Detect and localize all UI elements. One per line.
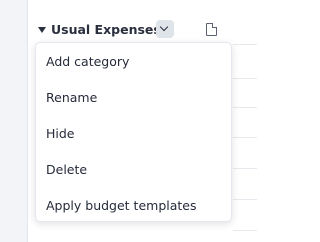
group-title: Usual Expenses xyxy=(51,22,161,37)
row-divider xyxy=(233,107,257,108)
row-divider xyxy=(233,137,257,138)
category-group-header: Usual Expenses xyxy=(28,17,257,45)
row-divider xyxy=(233,168,257,169)
left-gutter xyxy=(0,0,28,242)
row-divider xyxy=(233,230,257,231)
menu-item-hide[interactable]: Hide xyxy=(46,126,75,141)
group-context-menu: Add category Rename Hide Delete Apply bu… xyxy=(35,42,232,222)
row-divider xyxy=(233,44,257,45)
menu-item-add-category[interactable]: Add category xyxy=(46,54,129,69)
document-icon[interactable] xyxy=(206,23,217,36)
caret-down-icon[interactable] xyxy=(38,27,46,33)
menu-item-rename[interactable]: Rename xyxy=(46,90,97,105)
row-divider xyxy=(233,199,257,200)
menu-item-delete[interactable]: Delete xyxy=(46,162,87,177)
group-menu-button[interactable] xyxy=(156,20,174,38)
row-divider xyxy=(233,78,257,79)
chevron-down-icon xyxy=(159,22,169,32)
menu-item-apply-budget-templates[interactable]: Apply budget templates xyxy=(46,198,197,213)
